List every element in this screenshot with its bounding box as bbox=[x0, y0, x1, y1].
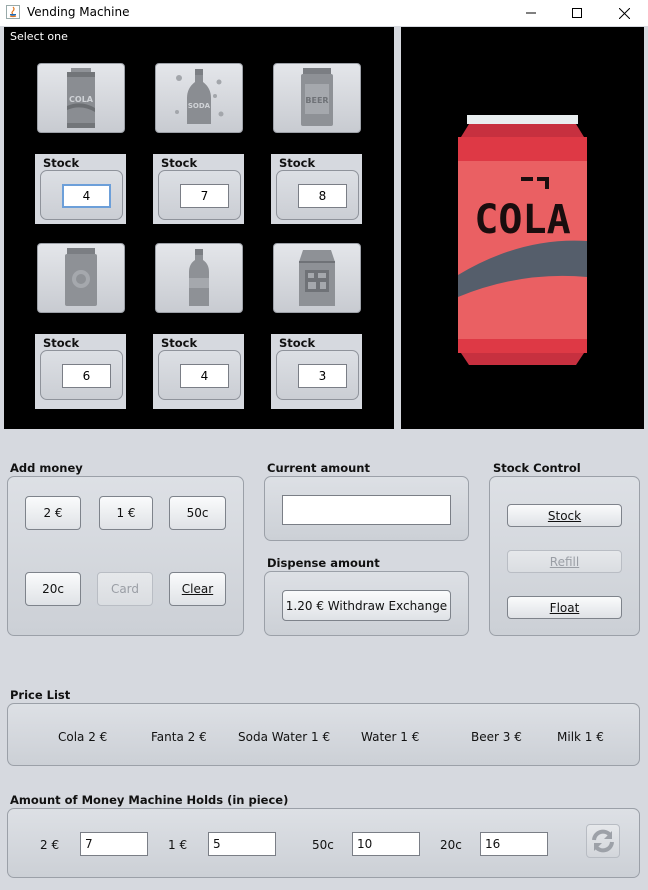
coin-1-euro-field[interactable]: 5 bbox=[208, 832, 276, 856]
refresh-button[interactable] bbox=[586, 824, 620, 858]
cola-can-preview: COLA bbox=[458, 115, 587, 365]
refresh-icon bbox=[592, 829, 614, 853]
current-amount-title: Current amount bbox=[267, 461, 370, 475]
refill-button[interactable]: Refill bbox=[507, 550, 622, 573]
money-holds-title: Amount of Money Machine Holds (in piece) bbox=[10, 793, 289, 807]
add-2-euro-button[interactable]: 2 € bbox=[25, 496, 81, 530]
close-button[interactable] bbox=[601, 0, 647, 26]
stock-label: Stock bbox=[43, 336, 80, 350]
maximize-icon bbox=[572, 8, 582, 18]
fanta-can-icon bbox=[65, 248, 97, 306]
java-icon bbox=[6, 5, 20, 19]
coin-50-cent-field[interactable]: 10 bbox=[352, 832, 420, 856]
coin-label-20-cent: 20c bbox=[440, 838, 462, 852]
milk-carton-icon bbox=[299, 250, 335, 306]
withdraw-exchange-button[interactable]: 1.20 € Withdraw Exchange bbox=[282, 590, 451, 621]
add-20-cent-button[interactable]: 20c bbox=[25, 572, 81, 606]
price-item-water: Water 1 € bbox=[361, 730, 420, 744]
cola-product-button[interactable]: COLA bbox=[37, 63, 125, 133]
stock-button[interactable]: Stock bbox=[507, 504, 622, 527]
milk-stock-box: Stock bbox=[271, 334, 362, 409]
close-icon bbox=[618, 7, 630, 19]
milk-product-button[interactable] bbox=[273, 243, 361, 313]
clear-button[interactable]: Clear bbox=[169, 572, 226, 606]
dispense-amount-title: Dispense amount bbox=[267, 556, 380, 570]
beer-product-button[interactable]: BEER bbox=[273, 63, 361, 133]
select-one-label: Select one bbox=[10, 30, 68, 43]
fanta-product-button[interactable] bbox=[37, 243, 125, 313]
price-list-title: Price List bbox=[10, 688, 71, 702]
card-button[interactable]: Card bbox=[97, 572, 153, 606]
cola-stock-box: Stock bbox=[35, 154, 126, 224]
cola-can-icon: COLA bbox=[67, 68, 95, 128]
soda-stock-input[interactable] bbox=[180, 184, 229, 208]
current-amount-field[interactable] bbox=[282, 495, 451, 525]
coin-2-euro-field[interactable]: 7 bbox=[80, 832, 148, 856]
cola-label-text: COLA bbox=[474, 197, 570, 243]
water-bottle-icon bbox=[189, 249, 209, 306]
soda-product-button[interactable]: SODA bbox=[155, 63, 243, 133]
window-title: Vending Machine bbox=[27, 5, 130, 19]
coin-20-cent-field[interactable]: 16 bbox=[480, 832, 548, 856]
stock-label: Stock bbox=[161, 156, 198, 170]
stock-label: Stock bbox=[279, 156, 316, 170]
water-stock-box: Stock bbox=[153, 334, 244, 409]
soda-stock-box: Stock bbox=[153, 154, 244, 224]
minimize-icon bbox=[526, 12, 536, 14]
water-stock-input[interactable] bbox=[180, 364, 229, 388]
product-preview-panel: COLA bbox=[401, 27, 644, 429]
milk-stock-input[interactable] bbox=[298, 364, 347, 388]
soda-bottle-icon: SODA bbox=[175, 69, 224, 124]
price-item-soda-water: Soda Water 1 € bbox=[238, 730, 331, 744]
add-50-cent-button[interactable]: 50c bbox=[169, 496, 226, 530]
coin-label-50-cent: 50c bbox=[312, 838, 334, 852]
fanta-stock-box: Stock bbox=[35, 334, 126, 409]
svg-text:SODA: SODA bbox=[188, 102, 211, 110]
price-item-fanta: Fanta 2 € bbox=[151, 730, 207, 744]
water-product-button[interactable] bbox=[155, 243, 243, 313]
stock-control-title: Stock Control bbox=[493, 461, 581, 475]
beer-stock-box: Stock bbox=[271, 154, 362, 224]
minimize-button[interactable] bbox=[508, 0, 554, 26]
fanta-stock-input[interactable] bbox=[62, 364, 111, 388]
beer-stock-input[interactable] bbox=[298, 184, 347, 208]
stock-label: Stock bbox=[161, 336, 198, 350]
float-button[interactable]: Float bbox=[507, 596, 622, 619]
cola-stock-input[interactable] bbox=[62, 184, 111, 208]
price-item-beer: Beer 3 € bbox=[471, 730, 522, 744]
stock-label: Stock bbox=[279, 336, 316, 350]
add-money-title: Add money bbox=[10, 461, 83, 475]
beer-can-icon: BEER bbox=[301, 68, 333, 126]
maximize-button[interactable] bbox=[554, 0, 600, 26]
add-1-euro-button[interactable]: 1 € bbox=[99, 496, 153, 530]
svg-text:BEER: BEER bbox=[305, 96, 328, 105]
coin-label-2-euro: 2 € bbox=[40, 838, 60, 852]
stock-label: Stock bbox=[43, 156, 80, 170]
price-item-milk: Milk 1 € bbox=[557, 730, 604, 744]
coin-label-1-euro: 1 € bbox=[168, 838, 188, 852]
price-item-cola: Cola 2 € bbox=[58, 730, 108, 744]
svg-text:COLA: COLA bbox=[69, 95, 94, 104]
